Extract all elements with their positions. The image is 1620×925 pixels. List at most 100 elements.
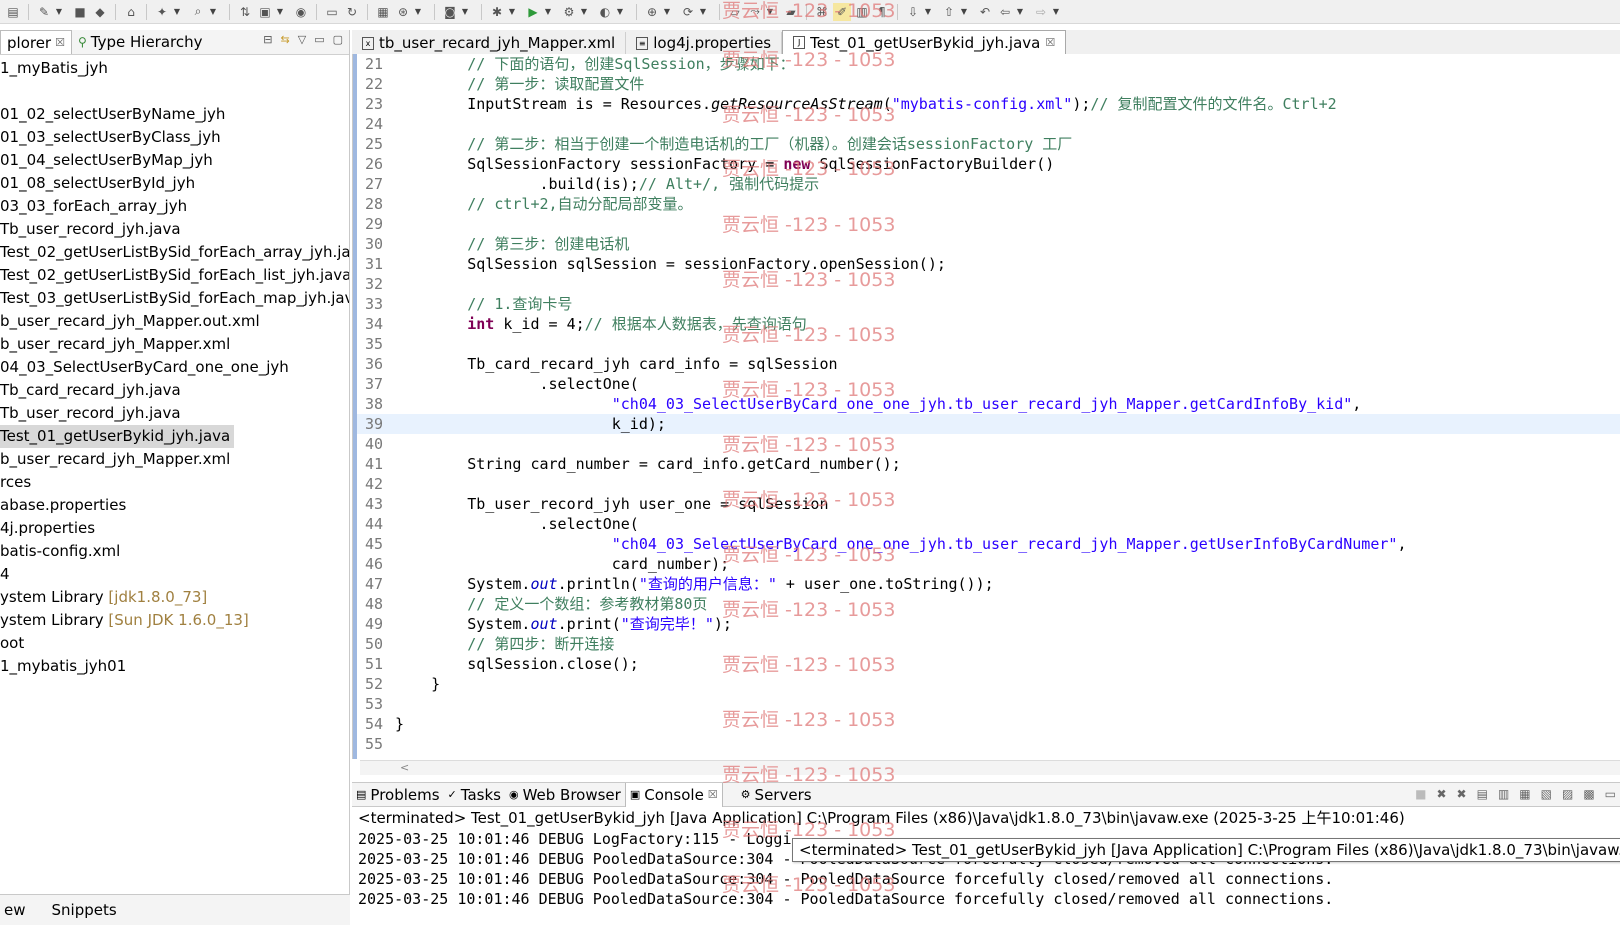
tree-item[interactable]: Test_02_getUserListBySid_forEach_list_jy… bbox=[0, 264, 349, 287]
pin-console-icon[interactable]: ▧ bbox=[1541, 787, 1552, 801]
collapse-all-icon[interactable]: ⊟ bbox=[263, 33, 272, 46]
tree-item[interactable]: Tb_user_record_jyh.java bbox=[0, 218, 349, 241]
chevron-down-icon[interactable]: ▼ bbox=[461, 7, 469, 16]
code-editor[interactable]: 21 // 下面的语句，创建SqlSession，步骤如下： 22 // 第一步… bbox=[352, 54, 1620, 759]
run-last-icon[interactable]: ⟳ bbox=[679, 3, 697, 21]
tree-item[interactable]: b_user_recard_jyh_Mapper.out.xml bbox=[0, 310, 349, 333]
deploy-icon[interactable]: ⇅ bbox=[236, 3, 254, 21]
tree-item[interactable]: Test_02_getUserListBySid_forEach_array_j… bbox=[0, 241, 349, 264]
chevron-down-icon[interactable]: ▼ bbox=[766, 7, 774, 16]
new-java-class-icon[interactable]: ⊕ bbox=[643, 3, 661, 21]
run-server-icon[interactable]: ▣ bbox=[256, 3, 274, 21]
tree-item[interactable]: oot bbox=[0, 632, 349, 655]
toggle-breadcrumb-icon[interactable]: ⌘ bbox=[813, 3, 831, 21]
tree-item[interactable] bbox=[0, 80, 349, 103]
tab-servers[interactable]: ⚙ Servers bbox=[737, 783, 816, 807]
tree-item[interactable]: batis-config.xml bbox=[0, 540, 349, 563]
tree-item[interactable]: 4j.properties bbox=[0, 517, 349, 540]
tree-item[interactable]: 01_02_selectUserByName_jyh bbox=[0, 103, 349, 126]
editor-horizontal-scrollbar[interactable]: < bbox=[360, 760, 1620, 775]
minimize-icon[interactable]: ▭ bbox=[314, 33, 324, 46]
tree-item-jre-library[interactable]: ystem Library [Sun JDK 1.6.0_13] bbox=[0, 609, 349, 632]
terminate-icon[interactable]: ■ bbox=[1415, 787, 1426, 801]
tree-item-selected[interactable]: Test_01_getUserBykid_jyh.java bbox=[0, 425, 235, 448]
tree-item[interactable]: b_user_recard_jyh_Mapper.xml bbox=[0, 448, 349, 471]
last-edit-icon[interactable]: ↶ bbox=[976, 3, 994, 21]
tree-item[interactable]: 01_04_selectUserByMap_jyh bbox=[0, 149, 349, 172]
scroll-left-icon[interactable]: < bbox=[400, 761, 409, 774]
tree-item[interactable]: Tb_user_record_jyh.java bbox=[0, 402, 349, 425]
open-task-icon[interactable]: ▦ bbox=[374, 3, 392, 21]
tab-view[interactable]: ew bbox=[0, 901, 30, 919]
maximize-icon[interactable]: ▢ bbox=[333, 33, 343, 46]
tab-console[interactable]: ▣ Console ☒ bbox=[624, 782, 723, 807]
chevron-down-icon[interactable]: ▼ bbox=[580, 7, 588, 16]
web-service-icon[interactable]: ⊛ bbox=[394, 3, 412, 21]
wizard-icon[interactable]: ✦ bbox=[153, 3, 171, 21]
tree-item[interactable]: 01_08_selectUserById_jyh bbox=[0, 172, 349, 195]
chevron-down-icon[interactable]: ▼ bbox=[544, 7, 552, 16]
chevron-down-icon[interactable]: ▼ bbox=[616, 7, 624, 16]
tab-package-explorer[interactable]: plorer ☒ bbox=[0, 30, 72, 54]
tree-item[interactable]: rces bbox=[0, 471, 349, 494]
back-icon[interactable]: ⇦ bbox=[996, 3, 1014, 21]
chevron-down-icon[interactable]: ▼ bbox=[699, 7, 707, 16]
view-menu-icon[interactable]: ▽ bbox=[298, 33, 306, 46]
debug-icon[interactable]: ✱ bbox=[488, 3, 506, 21]
search-icon[interactable]: ⌕ bbox=[189, 3, 207, 21]
open-type-icon[interactable]: ⌂ bbox=[122, 3, 140, 21]
tree-item[interactable]: 01_03_selectUserByClass_jyh bbox=[0, 126, 349, 149]
chevron-down-icon[interactable]: ▼ bbox=[55, 7, 63, 16]
tab-test-java[interactable]: J Test_01_getUserBykid_jyh.java ☒ bbox=[782, 30, 1067, 54]
tree-item[interactable]: 4 bbox=[0, 563, 349, 586]
tree-item[interactable]: 04_03_SelectUserByCard_one_one_jyh bbox=[0, 356, 349, 379]
globe-icon[interactable]: ◉ bbox=[292, 3, 310, 21]
tree-item[interactable]: Tb_card_recard_jyh.java bbox=[0, 379, 349, 402]
tree-item-jre-library[interactable]: ystem Library [jdk1.8.0_73] bbox=[0, 586, 349, 609]
save-icon[interactable]: ▤ bbox=[4, 3, 22, 21]
forward-icon[interactable]: ⇨ bbox=[1032, 3, 1050, 21]
external-tools-icon[interactable]: ⚙ bbox=[560, 3, 578, 21]
link-with-editor-icon[interactable]: ⇆ bbox=[281, 33, 290, 46]
close-icon[interactable]: ☒ bbox=[55, 36, 65, 49]
tree-item[interactable]: 1_myBatis_jyh bbox=[0, 57, 349, 80]
chevron-down-icon[interactable]: ▼ bbox=[924, 7, 932, 16]
tree-item[interactable]: 03_03_forEach_array_jyh bbox=[0, 195, 349, 218]
chevron-down-icon[interactable]: ▼ bbox=[414, 7, 422, 16]
tree-item[interactable]: b_user_recard_jyh_Mapper.xml bbox=[0, 333, 349, 356]
open-folder-icon[interactable]: ▱ bbox=[726, 3, 744, 21]
minimize-icon[interactable]: ▭ bbox=[1605, 787, 1616, 801]
package-icon[interactable]: ■ bbox=[71, 3, 89, 21]
chevron-down-icon[interactable]: ▼ bbox=[209, 7, 217, 16]
tab-log4j-properties[interactable]: ≡ log4j.properties bbox=[626, 32, 783, 54]
chevron-down-icon[interactable]: ▼ bbox=[508, 7, 516, 16]
scroll-lock-icon[interactable]: ▥ bbox=[1498, 787, 1509, 801]
tab-snippets[interactable]: Snippets bbox=[48, 901, 121, 919]
chevron-down-icon[interactable]: ▼ bbox=[1016, 7, 1024, 16]
close-icon[interactable]: ☒ bbox=[1045, 36, 1055, 49]
previous-annotation-icon[interactable]: ⇧ bbox=[940, 3, 958, 21]
remove-launch-icon[interactable]: ✖ bbox=[1436, 787, 1446, 801]
chevron-down-icon[interactable]: ▼ bbox=[173, 7, 181, 16]
open-project-icon[interactable]: ▰ bbox=[782, 3, 800, 21]
camera-icon[interactable]: ◙ bbox=[441, 3, 459, 21]
console-output[interactable]: <terminated> Test_01_getUserBykid_jyh [J… bbox=[352, 807, 1620, 925]
chevron-down-icon[interactable]: ▼ bbox=[276, 7, 284, 16]
tab-problems[interactable]: ▤ Problems bbox=[352, 783, 444, 807]
coverage-icon[interactable]: ◐ bbox=[596, 3, 614, 21]
class-icon[interactable]: ◆ bbox=[91, 3, 109, 21]
show-whitespace-icon[interactable]: ¶ bbox=[873, 3, 891, 21]
tab-tasks[interactable]: ✓ Tasks bbox=[444, 783, 505, 807]
mark-occurrences-icon[interactable]: ✐ bbox=[833, 2, 851, 21]
link-icon[interactable]: ⤳ bbox=[746, 3, 764, 21]
new-wizard-icon[interactable]: ✎ bbox=[35, 3, 53, 21]
folder-icon[interactable]: ▭ bbox=[323, 3, 341, 21]
tab-web-browser[interactable]: ◉ Web Browser bbox=[505, 783, 625, 807]
tree-item[interactable]: abase.properties bbox=[0, 494, 349, 517]
run-icon[interactable]: ▶ bbox=[524, 3, 542, 21]
word-wrap-icon[interactable]: ▦ bbox=[1519, 787, 1530, 801]
remove-all-icon[interactable]: ✖ bbox=[1457, 787, 1467, 801]
next-annotation-icon[interactable]: ⇩ bbox=[904, 3, 922, 21]
tree-item[interactable]: 1_mybatis_jyh01 bbox=[0, 655, 349, 678]
clear-console-icon[interactable]: ▤ bbox=[1477, 787, 1488, 801]
